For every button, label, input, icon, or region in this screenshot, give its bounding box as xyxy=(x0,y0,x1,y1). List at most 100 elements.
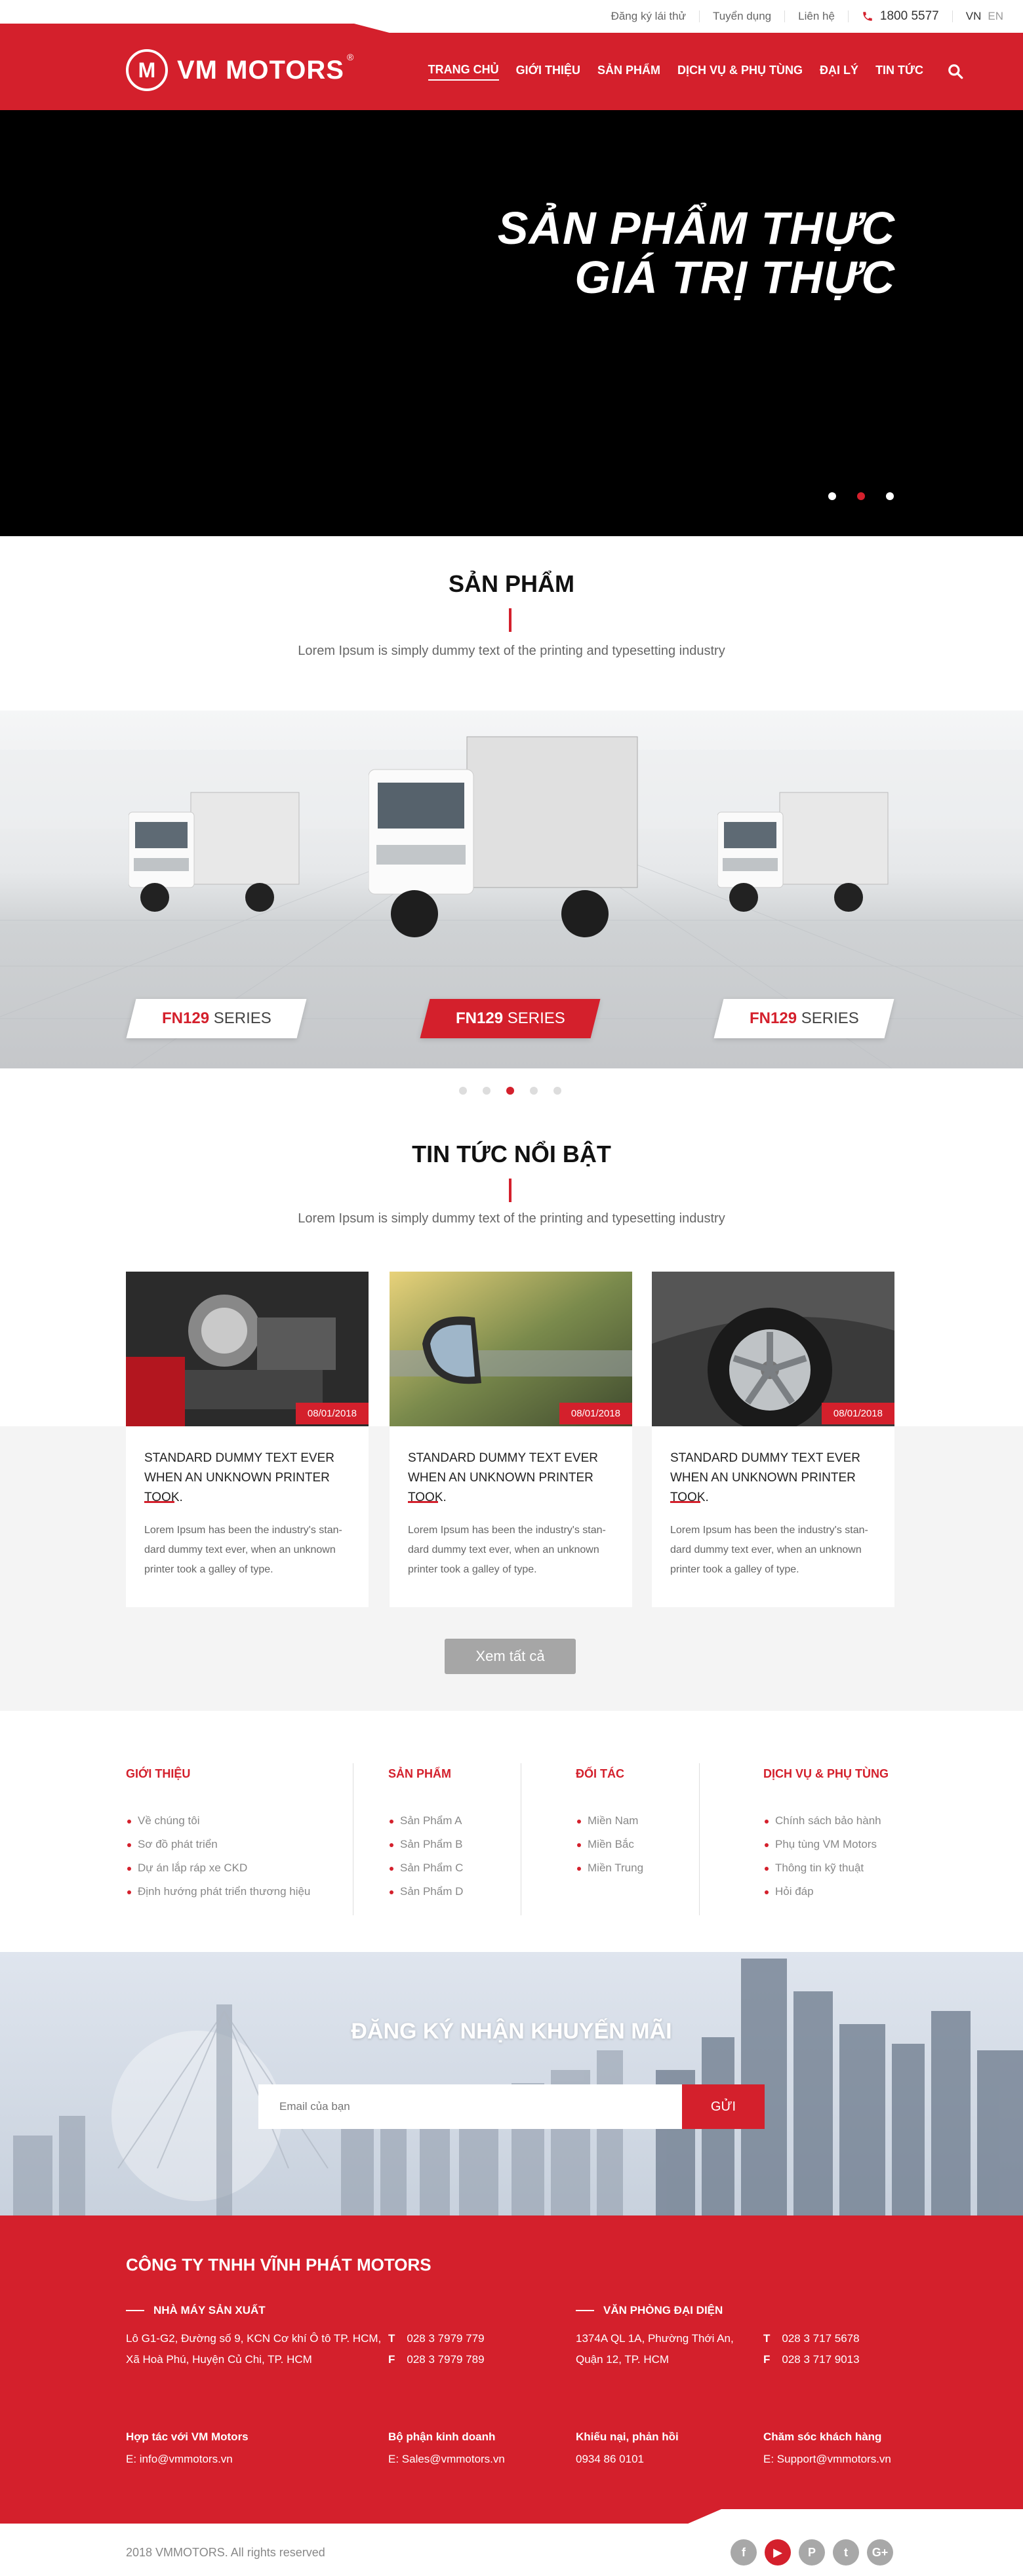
logo-text: VM MOTORS xyxy=(177,55,344,85)
link-product-b[interactable]: Sản Phẩm B xyxy=(388,1833,463,1856)
view-all-news-button[interactable]: Xem tất cả xyxy=(445,1639,576,1674)
contact-partnership-heading: Hợp tác với VM Motors xyxy=(126,2430,249,2443)
product-label-left[interactable]: FN129 SERIES xyxy=(126,999,307,1038)
contact-complaints-heading: Khiếu nại, phản hồi xyxy=(576,2430,679,2443)
news-card-1[interactable]: 08/01/2018 STANDARD DUMMY TEXT EVER WHEN… xyxy=(126,1272,369,1607)
link-north[interactable]: Miền Bắc xyxy=(576,1833,643,1856)
subscribe-email-input[interactable] xyxy=(258,2084,682,2129)
nav-products[interactable]: SẢN PHẨM xyxy=(597,64,660,80)
links-heading-partners[interactable]: ĐỐI TÁC xyxy=(576,1767,624,1781)
office-phones: T 028 3 717 5678 F 028 3 717 9013 xyxy=(763,2328,860,2370)
nav-dealers[interactable]: ĐẠI LÝ xyxy=(820,64,858,80)
office-heading: VĂN PHÒNG ĐẠI DIỆN xyxy=(576,2304,723,2317)
link-parts[interactable]: Phụ tùng VM Motors xyxy=(763,1833,881,1856)
news-title-3[interactable]: STANDARD DUMMY TEXT EVER WHEN AN UNKNOWN… xyxy=(670,1449,880,1508)
language-switch: VN EN xyxy=(953,10,1003,23)
pinterest-icon[interactable]: P xyxy=(799,2539,825,2566)
news-date-2: 08/01/2018 xyxy=(559,1403,632,1424)
factory-fax: 028 3 7979 789 xyxy=(407,2353,485,2366)
news-title-1[interactable]: STANDARD DUMMY TEXT EVER WHEN AN UNKNOWN… xyxy=(144,1449,354,1508)
hero-dot-2[interactable] xyxy=(857,492,865,500)
lang-en[interactable]: EN xyxy=(988,10,1003,23)
news-card-3[interactable]: 08/01/2018 STANDARD DUMMY TEXT EVER WHEN… xyxy=(652,1272,894,1607)
logo[interactable]: M VM MOTORS ® xyxy=(126,49,353,91)
office-heading-text: VĂN PHÒNG ĐẠI DIỆN xyxy=(603,2304,723,2316)
product-model-center: FN129 xyxy=(455,1009,503,1027)
factory-heading: NHÀ MÁY SẢN XUẤT xyxy=(126,2304,266,2317)
subscribe-section xyxy=(0,1952,1023,2215)
news-title: TIN TỨC NỔI BẬT xyxy=(412,1141,611,1167)
copyright: 2018 VMMOTORS. All rights reserved xyxy=(126,2546,325,2559)
hero-dot-1[interactable] xyxy=(828,492,836,500)
links-list-about: Về chúng tôi Sơ đồ phát triển Dự án lắp … xyxy=(126,1809,310,1903)
top-link-contact[interactable]: Liên hệ xyxy=(785,10,849,22)
factory-t-label: T xyxy=(388,2332,395,2345)
news-card-2[interactable]: 08/01/2018 STANDARD DUMMY TEXT EVER WHEN… xyxy=(390,1272,632,1607)
nav-news[interactable]: TIN TỨC xyxy=(875,64,923,80)
product-suffix-left: SERIES xyxy=(209,1009,271,1027)
contact-sales-email[interactable]: E: Sales@vmmotors.vn xyxy=(388,2453,505,2466)
lang-vn[interactable]: VN xyxy=(966,10,982,23)
news-title-2[interactable]: STANDARD DUMMY TEXT EVER WHEN AN UNKNOWN… xyxy=(408,1449,618,1508)
hotline[interactable]: 1800 5577 xyxy=(849,10,953,22)
subscribe-submit-button[interactable]: GỬI xyxy=(682,2084,765,2129)
twitter-icon[interactable]: t xyxy=(833,2539,859,2566)
news-subtitle: Lorem Ipsum is simply dummy text of the … xyxy=(298,1211,725,1226)
contact-partnership-email[interactable]: E: info@vmmotors.vn xyxy=(126,2453,233,2466)
office-tel[interactable]: 028 3 717 5678 xyxy=(782,2332,859,2345)
nav-home[interactable]: TRANG CHỦ xyxy=(428,63,499,81)
product-label-right[interactable]: FN129 SERIES xyxy=(713,999,894,1038)
top-link-test-drive[interactable]: Đăng ký lái thử xyxy=(598,10,700,22)
search-icon[interactable] xyxy=(947,63,964,80)
youtube-icon[interactable]: ▶ xyxy=(765,2539,791,2566)
link-south[interactable]: Miền Nam xyxy=(576,1809,643,1833)
products-pagination xyxy=(459,1087,561,1095)
google-plus-icon[interactable]: G+ xyxy=(867,2539,893,2566)
link-about-us[interactable]: Về chúng tôi xyxy=(126,1809,310,1833)
top-link-careers[interactable]: Tuyển dụng xyxy=(700,10,786,22)
news-excerpt-1: Lorem Ipsum has been the industry's stan… xyxy=(144,1525,342,1575)
hero-dot-3[interactable] xyxy=(886,492,894,500)
facebook-icon[interactable]: f xyxy=(731,2539,757,2566)
links-heading-services[interactable]: DỊCH VỤ & PHỤ TÙNG xyxy=(763,1767,889,1781)
city-skyline-backdrop xyxy=(13,1959,1023,2215)
factory-address-line-2: Xã Hoà Phú, Huyện Củ Chi, TP. HCM xyxy=(126,2353,312,2366)
main-header: M VM MOTORS ® TRANG CHỦ GIỚI THIỆU SẢN P… xyxy=(0,33,1023,110)
contact-support-email[interactable]: E: Support@vmmotors.vn xyxy=(763,2453,891,2466)
products-dot-5[interactable] xyxy=(553,1087,561,1095)
products-dot-2[interactable] xyxy=(483,1087,491,1095)
product-suffix-right: SERIES xyxy=(796,1009,859,1027)
hotline-number: 1800 5577 xyxy=(879,9,939,23)
link-product-c[interactable]: Sản Phẩm C xyxy=(388,1856,463,1880)
products-title: SẢN PHẨM xyxy=(448,570,574,597)
links-heading-about[interactable]: GIỚI THIỆU xyxy=(126,1767,190,1781)
link-development-map[interactable]: Sơ đồ phát triển xyxy=(126,1833,310,1856)
news-title-bar xyxy=(509,1179,512,1202)
main-nav: TRANG CHỦ GIỚI THIỆU SẢN PHẨM DỊCH VỤ & … xyxy=(428,33,964,110)
link-product-d[interactable]: Sản Phẩm D xyxy=(388,1880,463,1903)
link-product-a[interactable]: Sản Phẩm A xyxy=(388,1809,463,1833)
nav-about[interactable]: GIỚI THIỆU xyxy=(516,64,580,80)
product-model-right: FN129 xyxy=(749,1009,797,1027)
products-title-bar xyxy=(509,608,512,632)
link-faq[interactable]: Hỏi đáp xyxy=(763,1880,881,1903)
link-technical-info[interactable]: Thông tin kỹ thuật xyxy=(763,1856,881,1880)
product-label-center[interactable]: FN129 SERIES xyxy=(420,999,601,1038)
links-list-services: Chính sách bảo hành Phụ tùng VM Motors T… xyxy=(763,1809,881,1903)
products-dot-1[interactable] xyxy=(459,1087,467,1095)
links-heading-products[interactable]: SẢN PHẨM xyxy=(388,1767,451,1781)
contact-complaints-phone[interactable]: 0934 86 0101 xyxy=(576,2453,644,2466)
products-dot-3[interactable] xyxy=(506,1087,514,1095)
products-subtitle: Lorem Ipsum is simply dummy text of the … xyxy=(298,644,725,658)
factory-tel[interactable]: 028 3 7979 779 xyxy=(407,2332,484,2345)
link-central[interactable]: Miền Trung xyxy=(576,1856,643,1880)
product-model-left: FN129 xyxy=(161,1009,209,1027)
nav-services[interactable]: DỊCH VỤ & PHỤ TÙNG xyxy=(677,64,803,80)
link-ckd-project[interactable]: Dự án lắp ráp xe CKD xyxy=(126,1856,310,1880)
products-dot-4[interactable] xyxy=(530,1087,538,1095)
truck-image-right xyxy=(717,792,889,912)
link-brand-direction[interactable]: Định hướng phát triển thương hiệu xyxy=(126,1880,310,1903)
link-warranty[interactable]: Chính sách bảo hành xyxy=(763,1809,881,1833)
contact-support-heading: Chăm sóc khách hàng xyxy=(763,2430,882,2443)
factory-heading-text: NHÀ MÁY SẢN XUẤT xyxy=(153,2304,266,2316)
